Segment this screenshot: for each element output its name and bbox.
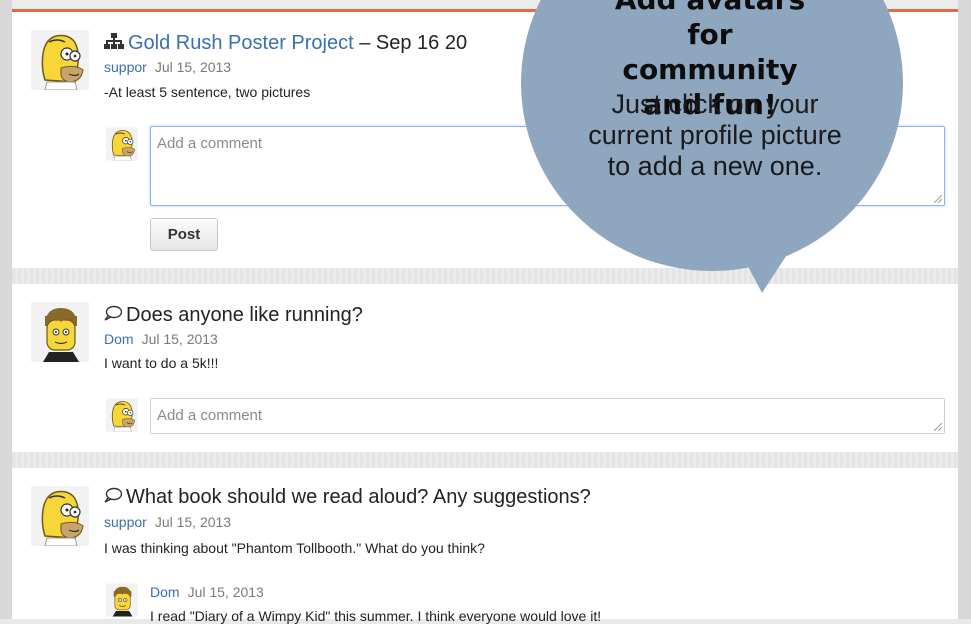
comment-placeholder: Add a comment [157,407,263,424]
reply-meta: Dom Jul 15, 2013 [150,584,264,600]
post-divider [12,452,958,468]
commenter-avatar [106,397,138,433]
avatar[interactable] [31,302,89,362]
right-rail [958,0,971,619]
speech-bubble-icon [104,486,123,509]
post-title: What book should we read aloud? Any sugg… [104,486,591,509]
callout-body: Just click on your current profile pictu… [588,89,842,181]
post-author-link[interactable]: Dom [104,331,134,347]
speech-bubble-icon [104,304,123,327]
post-author-link[interactable]: suppor [104,59,147,75]
commenter-avatar [106,126,138,162]
post-meta: suppor Jul 15, 2013 [104,514,231,530]
post-body: -At least 5 sentence, two pictures [104,84,311,100]
org-chart-icon [104,32,124,55]
post-button[interactable]: Post [150,218,218,251]
post-title: Does anyone like running? [104,304,363,327]
reply-body: I read "Diary of a Wimpy Kid" this summe… [150,608,602,624]
post-date: Jul 15, 2013 [154,514,232,530]
post-title-text: Does anyone like running? [126,304,363,326]
stream-post: Does anyone like running? Dom Jul 15, 201… [12,284,958,452]
resize-grip-icon[interactable] [934,423,942,431]
avatar[interactable] [31,486,89,546]
avatar[interactable] [31,30,89,90]
stream-post: What book should we read aloud? Any sugg… [12,468,958,624]
post-date: Jul 15, 2013 [154,59,232,75]
post-author-link[interactable]: suppor [104,514,147,530]
post-title-link[interactable]: Gold Rush Poster Project [128,32,354,54]
left-rail [0,0,12,619]
resize-grip-icon[interactable] [934,195,942,203]
post-body: I was thinking about "Phantom Tollbooth.… [104,540,485,556]
post-title: Gold Rush Poster Project – Sep 16 20 [104,32,467,55]
reply-author-link[interactable]: Dom [150,584,180,600]
post-meta: suppor Jul 15, 2013 [104,59,231,75]
post-divider [12,268,958,284]
post-title-text: What book should we read aloud? Any sugg… [126,486,591,508]
reply-avatar[interactable] [106,582,138,618]
comment-input[interactable]: Add a comment [150,398,945,434]
post-date: Jul 15, 2013 [141,331,218,347]
reply-date: Jul 15, 2013 [187,584,264,600]
comment-placeholder: Add a comment [157,135,263,152]
post-meta: Dom Jul 15, 2013 [104,331,218,347]
post-title-rest: – Sep 16 20 [353,32,468,54]
post-body: I want to do a 5k!!! [104,355,219,371]
